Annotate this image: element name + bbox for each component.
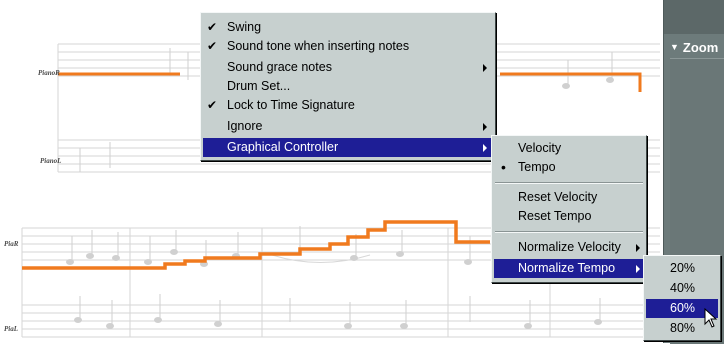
menu-item-sound-tone[interactable]: ✔ Sound tone when inserting notes [203,37,493,56]
menu-item-reset-velocity[interactable]: Reset Velocity [494,188,644,207]
menu-item-40-percent[interactable]: 40% [646,279,718,298]
options-menu: ✔ Swing ✔ Sound tone when inserting note… [200,12,496,161]
submenu-arrow-icon [483,144,487,152]
submenu-arrow-icon [636,265,640,273]
zoom-section-header[interactable]: ▼ Zoom [670,38,724,56]
mouse-cursor-icon [704,308,718,328]
side-panel-header [664,0,724,34]
zoom-title: Zoom [682,39,719,55]
menu-item-sound-grace-notes[interactable]: Sound grace notes [203,58,493,77]
triangle-down-icon: ▼ [670,42,679,52]
checkmark-icon: ✔ [207,98,218,112]
menu-item-normalize-velocity[interactable]: Normalize Velocity [494,238,644,257]
menu-item-graphical-controller[interactable]: Graphical Controller [203,138,493,157]
radio-dot-icon: • [501,159,506,175]
staff-label-piano-left: PianoL [40,157,62,165]
staff-label-piano-right: PianoR [38,69,60,77]
menu-item-ignore[interactable]: Ignore [203,117,493,136]
menu-separator [495,182,643,184]
submenu-arrow-icon [483,123,487,131]
menu-item-swing[interactable]: ✔ Swing [203,18,493,37]
menu-item-normalize-tempo[interactable]: Normalize Tempo [494,259,644,278]
menu-separator [495,231,643,233]
menu-item-20-percent[interactable]: 20% [646,259,718,278]
submenu-arrow-icon [636,244,640,252]
menu-item-drum-set[interactable]: Drum Set... [203,77,493,96]
menu-item-lock-time-signature[interactable]: ✔ Lock to Time Signature [203,96,493,115]
checkmark-icon: ✔ [207,20,218,34]
menu-item-tempo[interactable]: • Tempo [494,158,644,177]
staff-label-piano-right-2: PiaR [4,240,19,248]
submenu-arrow-icon [483,64,487,72]
menu-item-velocity[interactable]: Velocity [494,139,644,158]
staff-label-piano-left-2: PiaL [4,325,18,333]
graphical-controller-submenu: Velocity • Tempo Reset Velocity Reset Te… [491,135,647,283]
checkmark-icon: ✔ [207,39,218,53]
staff-bottom-bass [22,304,660,338]
menu-item-reset-tempo[interactable]: Reset Tempo [494,207,644,226]
